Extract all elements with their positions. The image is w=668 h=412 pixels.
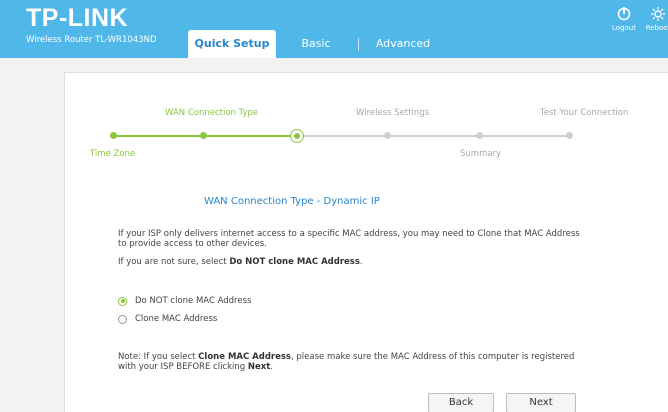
back-button[interactable]: Back	[428, 393, 494, 412]
tp-link-logo: TP-LINK	[26, 4, 129, 32]
step-dot-current-inner	[293, 132, 300, 139]
brand: TP-LINK Wireless Router TL-WR1043ND	[26, 4, 156, 46]
note-prefix: Note: If you select	[118, 352, 199, 362]
note-line-2: with your ISP BEFORE clicking Next.	[118, 362, 598, 372]
hint-prefix: If you are not sure, select	[118, 257, 230, 267]
note-text: Note: If you select Clone MAC Address, p…	[118, 352, 598, 372]
section-title: WAN Connection Type - Dynamic IP	[204, 196, 380, 207]
step-dot-test-your-connection	[566, 132, 573, 139]
option-clone-mac-label: Clone MAC Address	[135, 314, 218, 324]
description-line-1: If your ISP only delivers internet acces…	[118, 229, 580, 239]
not-sure-hint: If you are not sure, select Do NOT clone…	[118, 257, 598, 267]
description-line-2: to provide access to other devices.	[118, 239, 267, 249]
logout-button[interactable]: Logout	[610, 4, 638, 33]
stepper-remaining-line	[297, 135, 569, 137]
hint-bold: Do NOT clone MAC Address	[229, 257, 360, 267]
step-label-wireless-settings: Wireless Settings	[356, 108, 430, 118]
option-do-not-clone[interactable]: Do NOT clone MAC Address	[118, 296, 251, 306]
reboot-sun-icon	[642, 4, 668, 24]
step-dot-wan-connection-type	[200, 132, 207, 139]
hint-suffix: .	[359, 257, 363, 267]
mac-clone-description: If your ISP only delivers internet acces…	[118, 229, 598, 249]
step-label-test-your-connection: Test Your Connection	[540, 108, 629, 118]
radio-do-not-clone[interactable]	[118, 296, 127, 306]
reboot-button[interactable]: Reboot	[642, 4, 668, 33]
step-dot-wireless-settings	[384, 132, 391, 139]
option-clone-mac[interactable]: Clone MAC Address	[118, 314, 217, 324]
step-dot-time-zone	[110, 132, 117, 139]
tab-advanced[interactable]: Advanced	[366, 30, 440, 58]
step-dot-current	[290, 129, 304, 143]
step-label-summary: Summary	[460, 149, 502, 159]
note-mid: , please make sure the MAC Address of th…	[291, 352, 575, 362]
radio-clone-mac[interactable]	[118, 314, 127, 324]
step-dot-summary	[476, 132, 483, 139]
power-icon	[610, 4, 638, 24]
tab-quick-setup[interactable]: Quick Setup	[188, 30, 276, 58]
top-header: TP-LINK Wireless Router TL-WR1043ND Quic…	[0, 0, 668, 58]
router-model: Wireless Router TL-WR1043ND	[26, 35, 157, 45]
next-button[interactable]: Next	[506, 393, 576, 412]
tab-separator	[358, 38, 359, 51]
note-line-1: Note: If you select Clone MAC Address, p…	[118, 352, 598, 362]
note-suffix: .	[270, 362, 274, 372]
note-bold-clone: Clone MAC Address	[198, 352, 291, 362]
note-bold-next: Next	[247, 362, 271, 372]
option-do-not-clone-label: Do NOT clone MAC Address	[135, 296, 252, 306]
step-label-time-zone: Time Zone	[90, 149, 136, 159]
note-line2-prefix: with your ISP BEFORE clicking	[118, 362, 248, 372]
tab-basic[interactable]: Basic	[286, 30, 346, 58]
reboot-label: Reboot	[645, 24, 668, 32]
step-label-wan-connection-type: WAN Connection Type	[165, 108, 259, 118]
logout-label: Logout	[612, 24, 636, 32]
